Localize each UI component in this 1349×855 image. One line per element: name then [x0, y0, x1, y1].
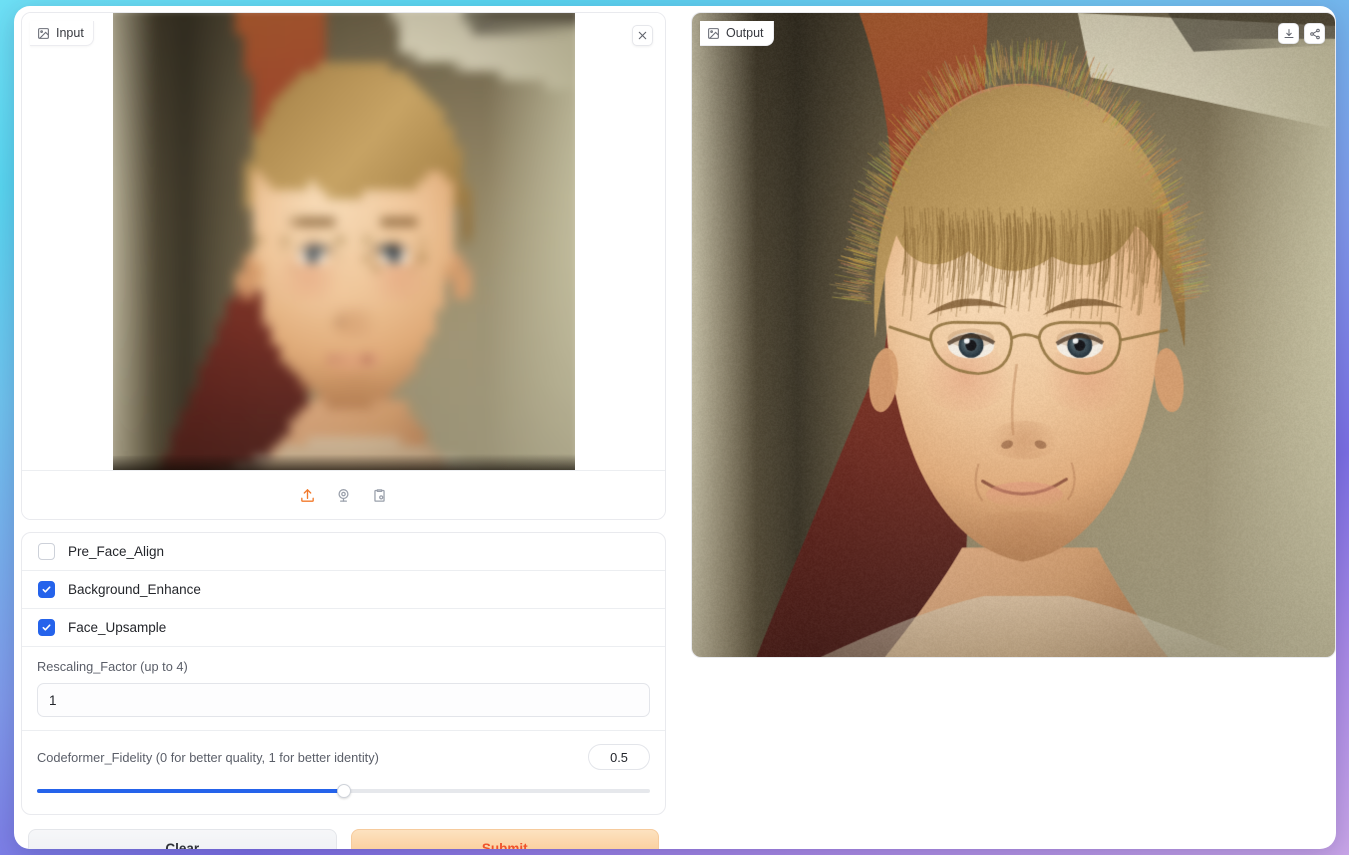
checkbox-background-enhance[interactable]	[38, 581, 55, 598]
app-content: Input Pre_Face_Align Background_Enhance …	[14, 6, 1336, 849]
slider-thumb[interactable]	[337, 784, 351, 798]
two-column-layout: Input Pre_Face_Align Background_Enhance …	[21, 12, 1329, 841]
action-buttons-row: Clear Submit	[21, 829, 666, 849]
codeformer-fidelity-label: Codeformer_Fidelity (0 for better qualit…	[37, 750, 379, 765]
image-icon	[37, 27, 50, 40]
codeformer-fidelity-slider[interactable]	[37, 784, 650, 798]
output-image	[692, 13, 1335, 657]
codeformer-fidelity-number-input[interactable]	[588, 744, 650, 770]
slider-fill	[37, 789, 344, 793]
settings-panel: Pre_Face_Align Background_Enhance Face_U…	[21, 532, 666, 815]
rescaling-factor-group: Rescaling_Factor (up to 4)	[22, 647, 665, 731]
input-panel-label: Input	[30, 21, 94, 46]
checkbox-row-pre-face-align[interactable]: Pre_Face_Align	[22, 533, 665, 571]
submit-button[interactable]: Submit	[351, 829, 660, 849]
checkbox-face-upsample[interactable]	[38, 619, 55, 636]
rescaling-factor-input[interactable]	[37, 683, 650, 717]
output-corner-buttons	[1278, 23, 1325, 44]
input-image[interactable]	[113, 13, 575, 471]
checkbox-label-face-upsample: Face_Upsample	[68, 620, 166, 635]
output-image-panel: Output	[691, 12, 1336, 658]
close-icon[interactable]	[632, 25, 653, 46]
paste-clipboard-icon[interactable]	[370, 486, 389, 505]
checkbox-label-background-enhance: Background_Enhance	[68, 582, 201, 597]
clear-button[interactable]: Clear	[28, 829, 337, 849]
input-panel-label-text: Input	[56, 26, 84, 40]
checkbox-label-pre-face-align: Pre_Face_Align	[68, 544, 164, 559]
input-image-toolbar	[22, 471, 665, 519]
codeformer-fidelity-header: Codeformer_Fidelity (0 for better qualit…	[37, 744, 650, 770]
share-icon[interactable]	[1304, 23, 1325, 44]
checkbox-row-face-upsample[interactable]: Face_Upsample	[22, 609, 665, 647]
download-icon[interactable]	[1278, 23, 1299, 44]
left-column: Input Pre_Face_Align Background_Enhance …	[21, 12, 666, 849]
rescaling-factor-label: Rescaling_Factor (up to 4)	[37, 659, 650, 674]
input-image-container[interactable]	[22, 13, 665, 471]
output-panel-label-text: Output	[726, 26, 764, 40]
right-column: Output	[691, 12, 1336, 658]
webcam-icon[interactable]	[334, 486, 353, 505]
upload-icon[interactable]	[298, 486, 317, 505]
checkbox-row-background-enhance[interactable]: Background_Enhance	[22, 571, 665, 609]
input-image-panel: Input	[21, 12, 666, 520]
image-icon	[707, 27, 720, 40]
codeformer-fidelity-group: Codeformer_Fidelity (0 for better qualit…	[22, 731, 665, 814]
output-panel-label: Output	[700, 21, 774, 46]
checkbox-pre-face-align[interactable]	[38, 543, 55, 560]
app-window: Input Pre_Face_Align Background_Enhance …	[14, 6, 1336, 849]
